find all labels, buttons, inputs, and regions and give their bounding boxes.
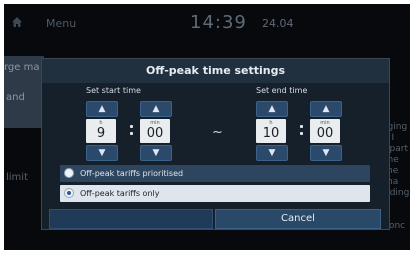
start-min-value: 00 [146, 126, 164, 141]
end-min-down-button[interactable]: ▼ [310, 145, 342, 161]
start-hour-up-button[interactable]: ▲ [86, 101, 118, 117]
background-text: limit [6, 172, 28, 183]
end-hour-value: 10 [262, 126, 280, 141]
end-hour-up-button[interactable]: ▲ [256, 101, 288, 117]
end-hour-down-button[interactable]: ▼ [256, 145, 288, 161]
status-bar: Menu 14:39 24.04 [4, 4, 410, 40]
screen: Menu 14:39 24.04 rge ma and limit rging … [4, 4, 410, 250]
home-icon[interactable] [11, 16, 23, 28]
start-time-label: Set start time [86, 86, 141, 95]
end-min-field[interactable]: min 00 [310, 119, 340, 143]
option-off-peak-prioritised[interactable]: Off-peak tariffs prioritised [60, 165, 370, 182]
end-hour-field[interactable]: h 10 [256, 119, 286, 143]
ok-button[interactable] [49, 209, 213, 229]
radio-button[interactable] [64, 168, 74, 178]
time-colon [130, 125, 134, 137]
background-text: and [6, 92, 25, 103]
start-hour-value: 9 [96, 126, 106, 141]
start-hour-field[interactable]: h 9 [86, 119, 116, 143]
off-peak-dialog: Off-peak time settings Set start time ▲ … [41, 58, 390, 230]
option-off-peak-only[interactable]: Off-peak tariffs only [60, 185, 370, 202]
date: 24.04 [262, 17, 294, 30]
option-label: Off-peak tariffs prioritised [80, 169, 184, 178]
start-min-down-button[interactable]: ▼ [140, 145, 172, 161]
option-label: Off-peak tariffs only [80, 189, 160, 198]
start-min-field[interactable]: min 00 [140, 119, 170, 143]
start-min-up-button[interactable]: ▲ [140, 101, 172, 117]
radio-button-selected[interactable] [64, 188, 74, 198]
menu-link[interactable]: Menu [46, 17, 76, 30]
end-min-up-button[interactable]: ▲ [310, 101, 342, 117]
time-colon [300, 125, 304, 137]
dialog-title: Off-peak time settings [42, 59, 389, 83]
time-range-separator: ~ [212, 125, 223, 140]
cancel-button[interactable]: Cancel [215, 209, 381, 229]
background-menu-item: rge ma and [4, 56, 44, 128]
start-hour-down-button[interactable]: ▼ [86, 145, 118, 161]
end-min-value: 00 [316, 126, 334, 141]
background-text: rge ma [4, 62, 40, 73]
end-time-label: Set end time [256, 86, 308, 95]
clock: 14:39 [190, 12, 247, 33]
